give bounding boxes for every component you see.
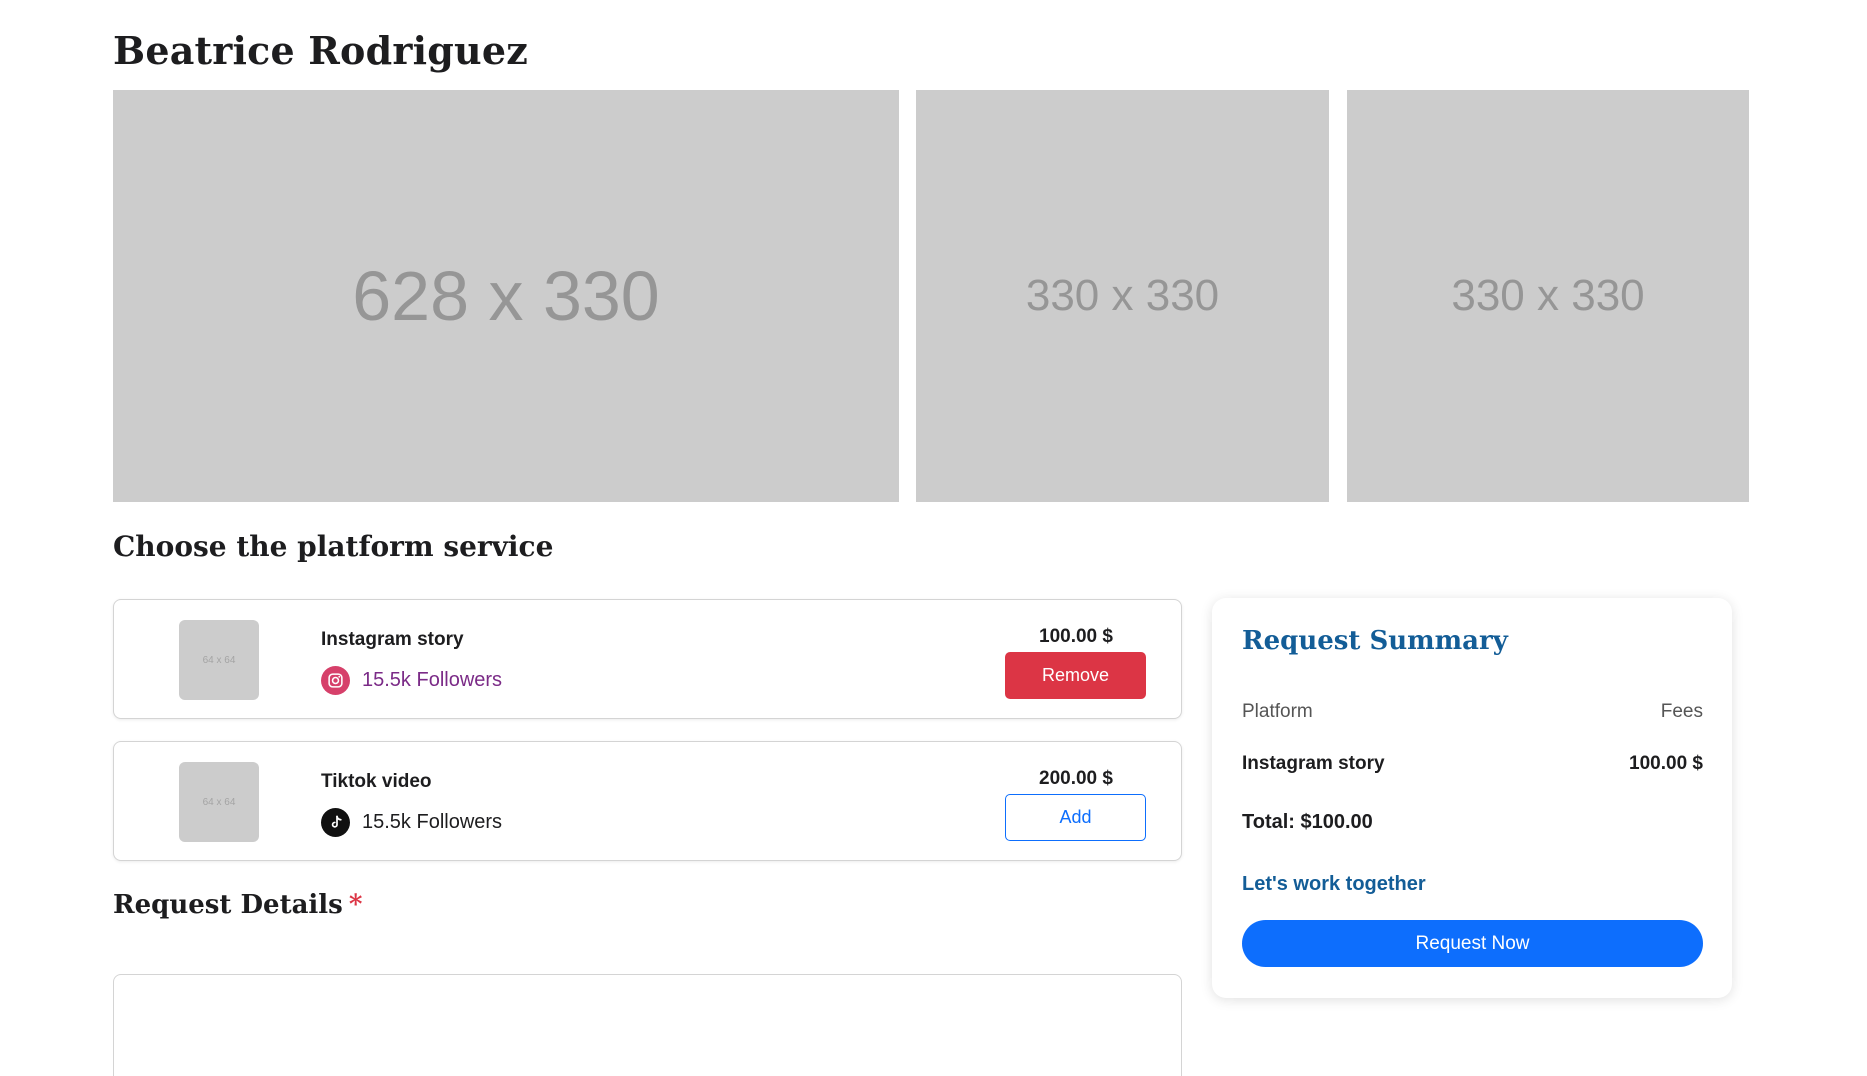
summary-item-platform: Instagram story — [1242, 753, 1385, 774]
required-marker: * — [348, 890, 363, 920]
request-details-label: Request Details — [113, 890, 343, 920]
service-name: Tiktok video — [321, 771, 432, 792]
request-summary-card: Request Summary Platform Fees Instagram … — [1212, 598, 1732, 998]
service-price: 200.00 $ — [1039, 768, 1113, 789]
instagram-icon — [321, 666, 350, 695]
service-thumbnail: 64 x 64 — [179, 620, 259, 700]
profile-name: Beatrice Rodriguez — [113, 28, 528, 73]
summary-item-fee: 100.00 $ — [1629, 753, 1703, 774]
service-followers: 15.5k Followers — [321, 808, 502, 837]
tiktok-icon — [321, 808, 350, 837]
summary-header-fees: Fees — [1660, 701, 1703, 722]
gallery-side-image-1[interactable]: 330 x 330 — [916, 90, 1329, 502]
page: Beatrice Rodriguez 628 x 330 330 x 330 3… — [0, 0, 1867, 1076]
service-followers: 15.5k Followers — [321, 666, 502, 695]
service-price: 100.00 $ — [1039, 626, 1113, 647]
services-section-title: Choose the platform service — [113, 530, 554, 563]
add-service-button[interactable]: Add — [1005, 794, 1146, 841]
gallery-main-image[interactable]: 628 x 330 — [113, 90, 899, 502]
summary-title: Request Summary — [1242, 626, 1508, 656]
summary-header-platform: Platform — [1242, 701, 1313, 722]
followers-count: 15.5k Followers — [362, 669, 503, 691]
summary-header-row: Platform Fees — [1242, 701, 1703, 723]
request-now-button[interactable]: Request Now — [1242, 920, 1703, 967]
followers-count: 15.5k Followers — [362, 811, 503, 833]
summary-cta-label: Let's work together — [1242, 873, 1426, 895]
gallery-side-image-2[interactable]: 330 x 330 — [1347, 90, 1749, 502]
request-details-title: Request Details * — [113, 890, 362, 920]
remove-service-button[interactable]: Remove — [1005, 652, 1146, 699]
service-name: Instagram story — [321, 629, 464, 650]
request-details-textarea[interactable] — [113, 974, 1182, 1076]
summary-total: Total: $100.00 — [1242, 811, 1373, 833]
service-card-tiktok: 64 x 64 Tiktok video 15.5k Followers 200… — [113, 741, 1182, 861]
service-card-instagram: 64 x 64 Instagram story 15.5k Followers … — [113, 599, 1182, 719]
summary-item-row: Instagram story 100.00 $ — [1242, 753, 1703, 775]
service-thumbnail: 64 x 64 — [179, 762, 259, 842]
